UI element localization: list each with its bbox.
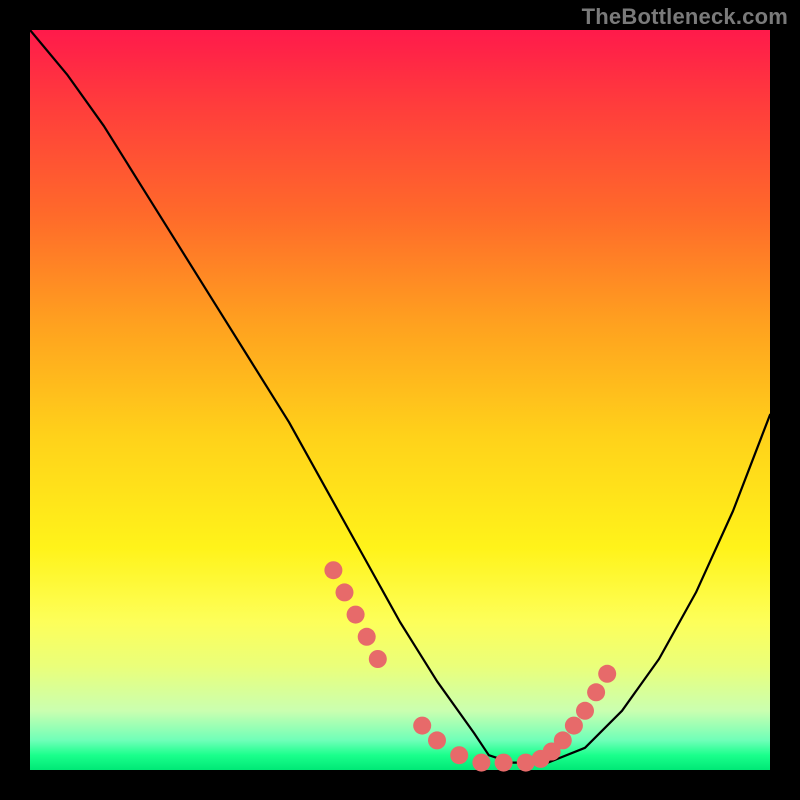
highlight-dot — [472, 754, 490, 772]
highlight-dot — [587, 683, 605, 701]
highlight-dot — [336, 583, 354, 601]
highlight-dot — [598, 665, 616, 683]
highlight-dot — [369, 650, 387, 668]
highlight-dot — [413, 717, 431, 735]
highlight-dot — [565, 717, 583, 735]
highlight-dot — [495, 754, 513, 772]
chart-svg — [30, 30, 770, 770]
highlight-dot — [428, 731, 446, 749]
highlight-dot — [554, 731, 572, 749]
chart-frame: TheBottleneck.com — [0, 0, 800, 800]
bottleneck-curve-line — [30, 30, 770, 763]
highlight-dots-group — [324, 561, 616, 771]
highlight-dot — [576, 702, 594, 720]
watermark-text: TheBottleneck.com — [582, 4, 788, 30]
highlight-dot — [324, 561, 342, 579]
highlight-dot — [358, 628, 376, 646]
highlight-dot — [347, 606, 365, 624]
highlight-dot — [450, 746, 468, 764]
